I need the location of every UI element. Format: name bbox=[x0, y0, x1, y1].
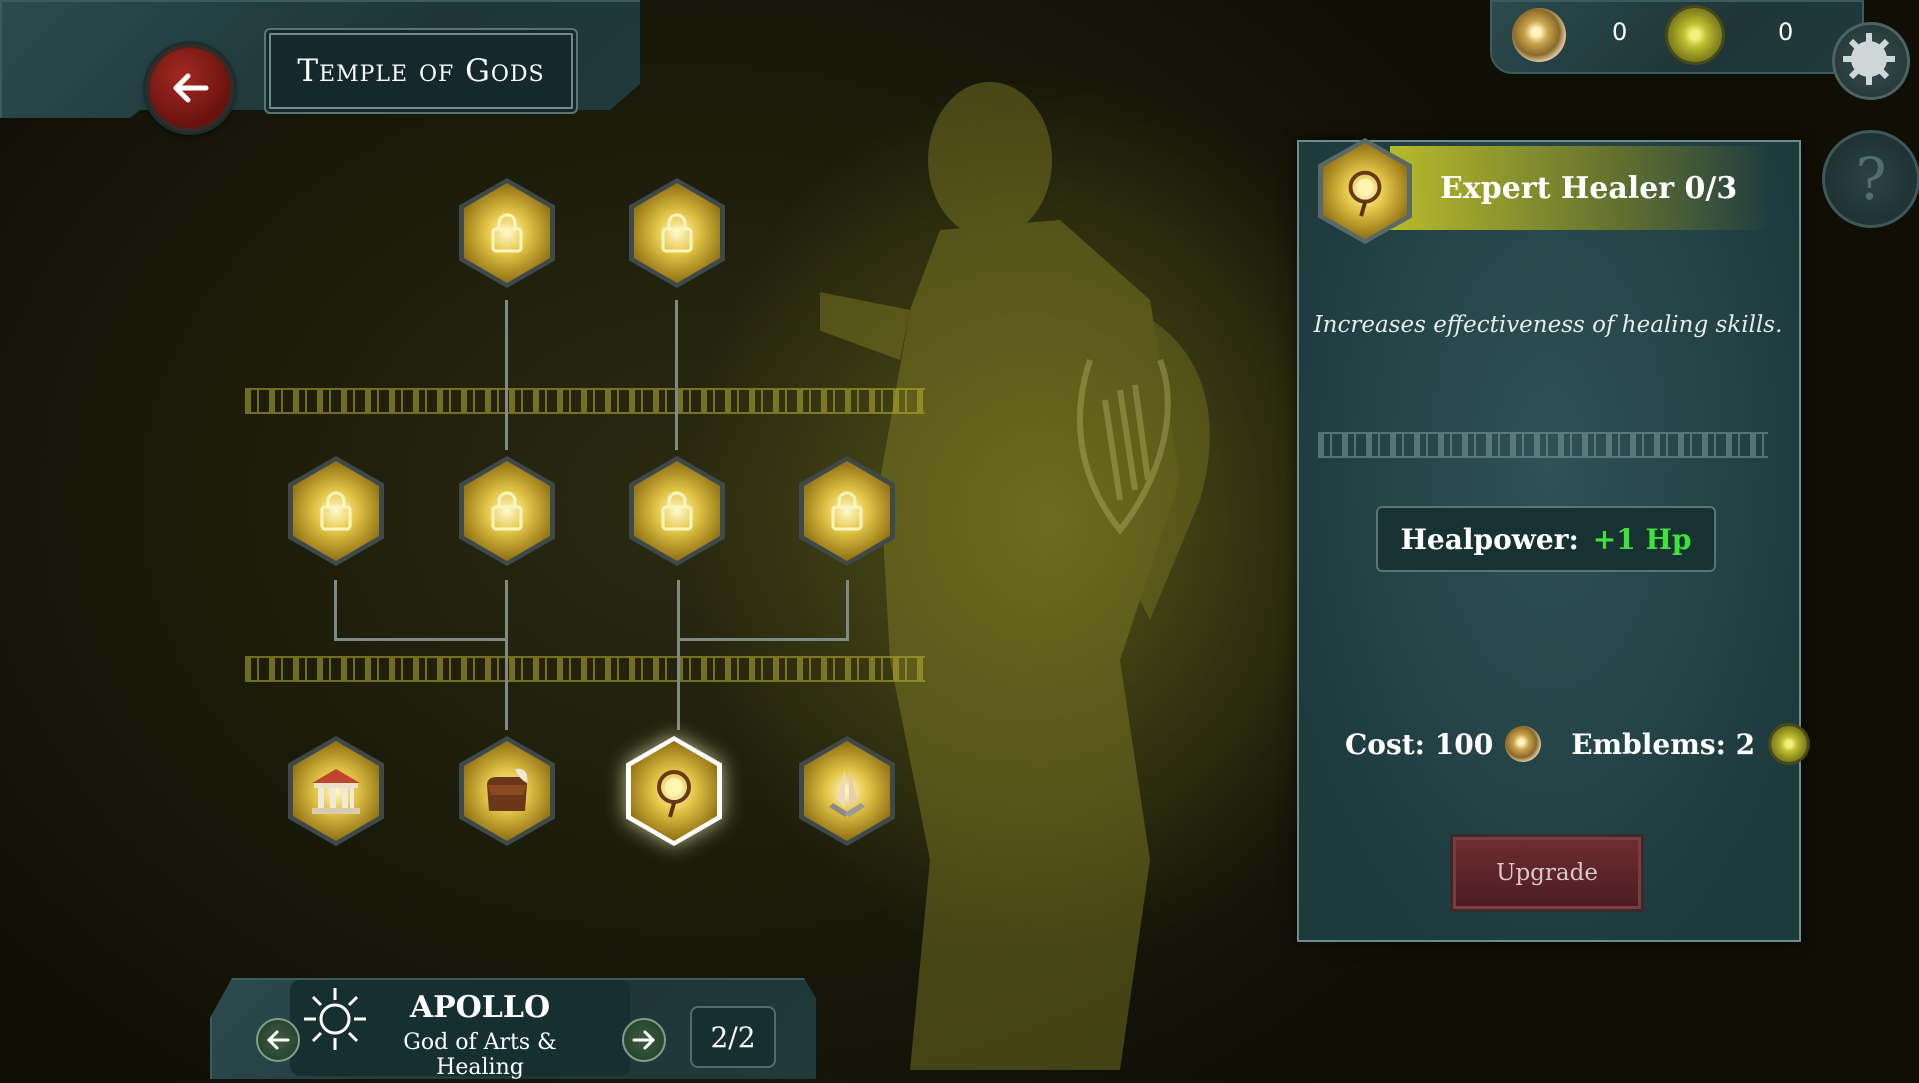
page-title: Temple of Gods bbox=[264, 28, 578, 114]
skill-node-satchel[interactable] bbox=[459, 736, 555, 846]
skill-node-locked[interactable] bbox=[629, 178, 725, 288]
skill-description: Increases effectiveness of healing skill… bbox=[1313, 312, 1783, 338]
help-question-icon: ? bbox=[1855, 145, 1887, 213]
stat-box: Healpower: +1 Hp bbox=[1376, 506, 1716, 572]
temple-icon bbox=[312, 769, 360, 814]
back-arrow-icon bbox=[173, 73, 209, 103]
lock-icon bbox=[320, 491, 352, 531]
arrow-right-icon bbox=[632, 1030, 656, 1050]
lock-icon bbox=[491, 213, 523, 253]
connector-line bbox=[505, 580, 508, 730]
emblem-icon bbox=[1771, 726, 1808, 762]
decorative-meander-bottom bbox=[245, 656, 925, 682]
sun-staff-icon bbox=[657, 770, 691, 818]
help-button[interactable]: ? bbox=[1822, 130, 1919, 228]
page-indicator: 2/2 bbox=[690, 1006, 776, 1068]
cost-label: Cost: 100 bbox=[1345, 727, 1494, 761]
skill-node-locked[interactable] bbox=[629, 456, 725, 566]
connector-line bbox=[334, 638, 508, 641]
upgrade-button[interactable]: Upgrade bbox=[1450, 834, 1644, 912]
satchel-icon bbox=[487, 768, 528, 811]
skill-node-locked[interactable] bbox=[799, 456, 895, 566]
emblem-count: 0 bbox=[1778, 18, 1794, 46]
lock-icon bbox=[661, 491, 693, 531]
skill-node-locked[interactable] bbox=[459, 178, 555, 288]
cost-row: Cost: 100 Emblems: 2 bbox=[1345, 726, 1808, 762]
connector-line bbox=[675, 300, 678, 450]
lock-icon bbox=[491, 491, 523, 531]
arrow-left-icon bbox=[266, 1030, 290, 1050]
coin-icon bbox=[1505, 726, 1542, 762]
god-subtitle: God of Arts & Healing bbox=[403, 1030, 557, 1080]
emblems-label: Emblems: 2 bbox=[1571, 727, 1756, 761]
coin-icon bbox=[1512, 8, 1566, 62]
lock-icon bbox=[661, 213, 693, 253]
stat-label: Healpower: bbox=[1400, 522, 1579, 556]
decorative-meander-top bbox=[245, 388, 925, 414]
emblem-icon bbox=[1668, 8, 1722, 62]
praying-hands-icon bbox=[829, 769, 865, 817]
skill-node-temple[interactable] bbox=[288, 736, 384, 846]
panel-meander-divider bbox=[1318, 432, 1768, 458]
next-god-button[interactable] bbox=[622, 1018, 666, 1062]
connector-line bbox=[677, 580, 680, 730]
coin-count: 0 bbox=[1612, 18, 1628, 46]
stat-value: +1 Hp bbox=[1592, 522, 1692, 556]
gear-icon bbox=[1843, 33, 1895, 85]
previous-god-button[interactable] bbox=[256, 1018, 300, 1062]
skill-node-expert-healer[interactable] bbox=[626, 736, 722, 846]
selected-skill-icon bbox=[1318, 138, 1412, 244]
back-button[interactable] bbox=[146, 44, 234, 132]
skill-title: Expert Healer 0/3 bbox=[1390, 146, 1770, 230]
connector-line bbox=[677, 638, 849, 641]
lock-icon bbox=[831, 491, 863, 531]
skill-node-locked[interactable] bbox=[288, 456, 384, 566]
sun-staff-icon bbox=[1348, 170, 1382, 217]
connector-line bbox=[334, 580, 337, 640]
settings-gear-button[interactable] bbox=[1832, 22, 1910, 100]
skill-node-locked[interactable] bbox=[459, 456, 555, 566]
connector-line bbox=[846, 580, 849, 640]
god-name: APOLLO bbox=[409, 990, 551, 1025]
skill-node-praying-hands[interactable] bbox=[799, 736, 895, 846]
connector-line bbox=[505, 300, 508, 450]
